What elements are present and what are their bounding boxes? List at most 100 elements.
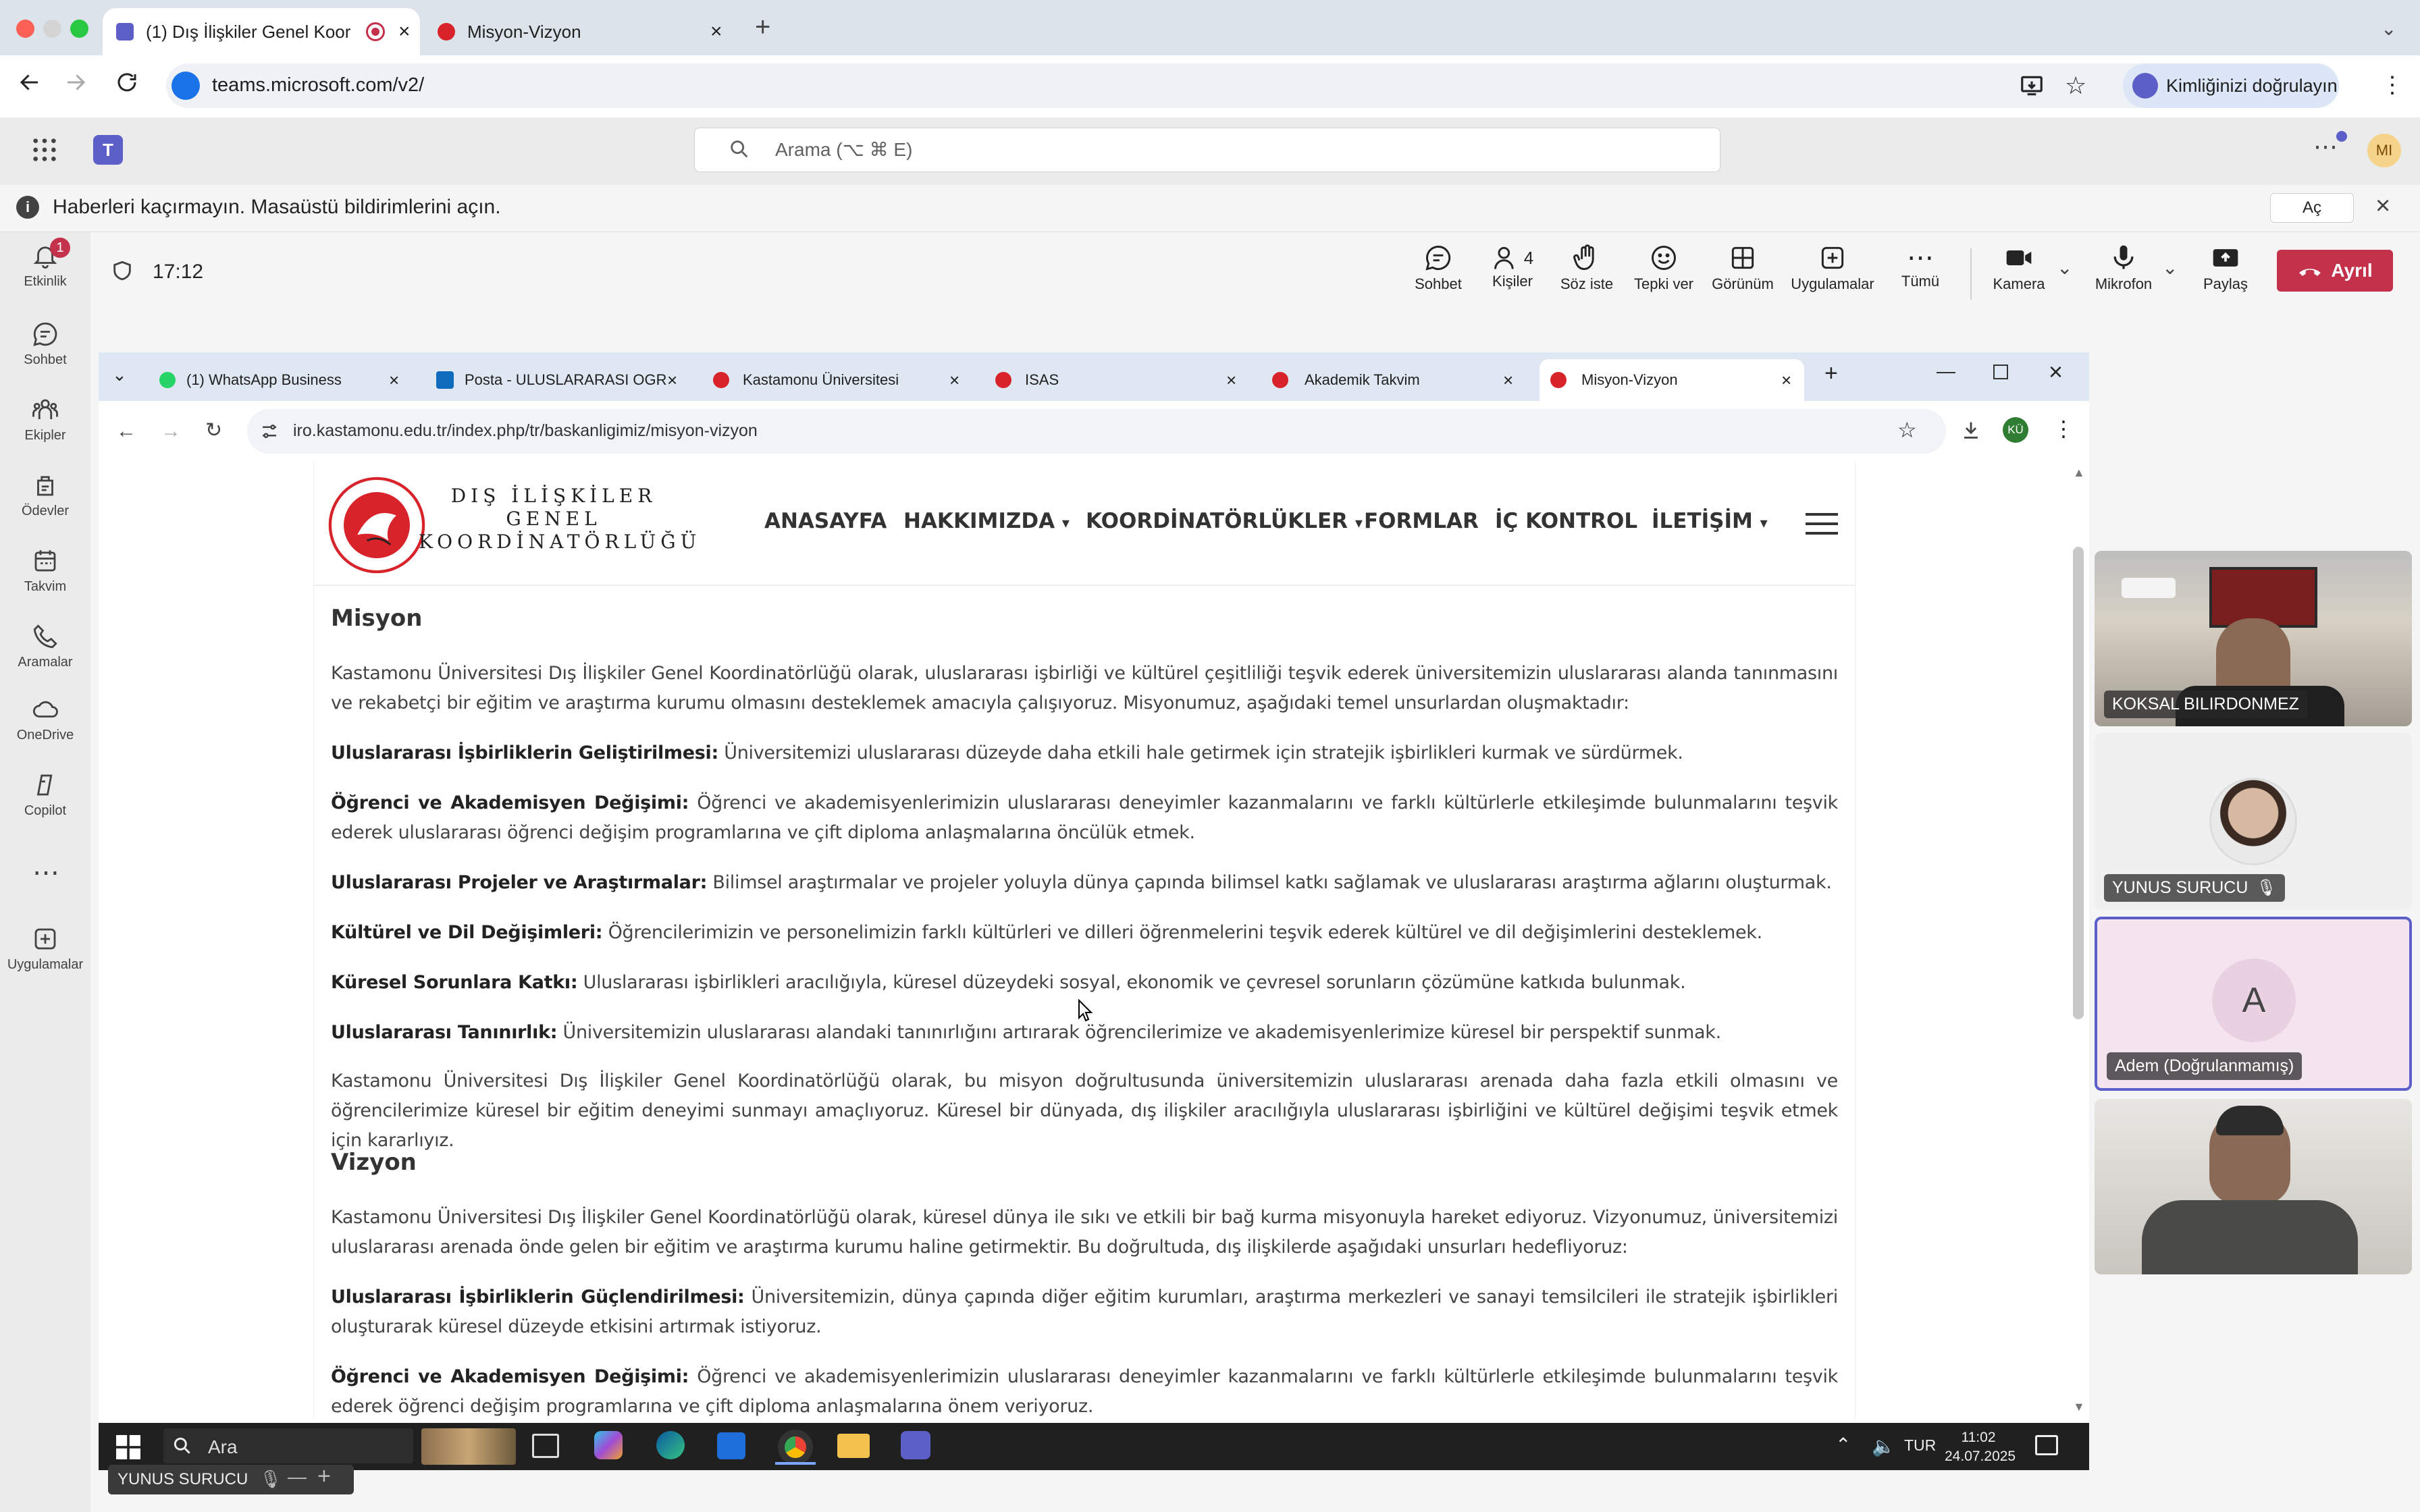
verify-identity-button[interactable]: Kimliğinizi doğrulayın xyxy=(2123,63,2339,108)
windows-start-icon[interactable] xyxy=(116,1435,140,1459)
notification-center-icon[interactable] xyxy=(2035,1435,2058,1455)
nav-koordinatorlukler[interactable]: KOORDİNATÖRLÜKLER ▾ xyxy=(1086,509,1363,533)
raise-hand-button[interactable]: Söz iste xyxy=(1553,243,1621,293)
browser-tab-teams[interactable]: (1) Dış İlişkiler Genel Koor × xyxy=(103,8,420,55)
rail-chat[interactable]: Sohbet xyxy=(0,320,90,368)
university-logo[interactable] xyxy=(328,477,425,574)
close-tab-icon[interactable]: × xyxy=(398,20,411,43)
apps-button[interactable]: Uygulamalar xyxy=(1785,243,1880,293)
nav-iletisim[interactable]: İLETİŞİM ▾ xyxy=(1652,509,1768,533)
mic-button[interactable]: Mikrofon xyxy=(2086,243,2161,293)
back-icon[interactable] xyxy=(18,70,42,94)
tab-search-chevron-icon[interactable]: ⌄ xyxy=(2381,18,2396,40)
participant-tile-yunus[interactable]: YUNUS SURUCU 🎙 xyxy=(2095,733,2412,910)
restore-icon[interactable] xyxy=(1993,364,2008,379)
remote-menu-icon[interactable]: ⋮ xyxy=(2053,416,2074,441)
share-button[interactable]: Paylaş xyxy=(2192,243,2259,293)
close-notification-icon[interactable]: × xyxy=(2375,192,2390,221)
bookmark-star-icon[interactable]: ☆ xyxy=(1897,417,1917,443)
forward-icon[interactable]: → xyxy=(161,420,181,443)
camera-options-chevron-icon[interactable]: ⌄ xyxy=(2057,256,2072,279)
enable-notifications-button[interactable]: Aç xyxy=(2270,193,2354,223)
more-apps-icon[interactable]: ⋯ xyxy=(32,857,59,888)
leave-button[interactable]: Ayrıl xyxy=(2277,250,2393,292)
hamburger-menu-icon[interactable] xyxy=(1806,512,1838,536)
close-window-icon[interactable]: × xyxy=(2049,358,2063,386)
browser-menu-icon[interactable]: ⋮ xyxy=(2381,72,2404,99)
more-button[interactable]: ⋯ Tümü xyxy=(1887,243,1954,290)
participant-tile-self[interactable] xyxy=(2095,1099,2412,1274)
mic-options-chevron-icon[interactable]: ⌄ xyxy=(2162,256,2178,279)
teams-app-icon[interactable] xyxy=(901,1431,930,1459)
participant-tile-koksal[interactable]: KOKSAL BILIRDONMEZ xyxy=(2095,551,2412,726)
rail-activity[interactable]: Etkinlik xyxy=(0,242,90,290)
participant-tile-adem[interactable]: A Adem (Doğrulanmamış) xyxy=(2095,917,2412,1091)
rail-teams[interactable]: Ekipler xyxy=(0,396,90,443)
close-tab-icon[interactable]: × xyxy=(949,370,959,391)
edge-app-icon[interactable] xyxy=(656,1431,685,1459)
forward-icon[interactable] xyxy=(63,70,88,94)
copilot-app-icon[interactable] xyxy=(594,1431,623,1459)
minimize-overlay-icon[interactable]: — xyxy=(288,1466,307,1488)
page-scrollbar-thumb[interactable] xyxy=(2073,547,2084,1019)
app-launcher-icon[interactable] xyxy=(31,136,58,163)
view-button[interactable]: Görünüm xyxy=(1706,243,1780,293)
scroll-down-arrow[interactable]: ▼ xyxy=(2073,1400,2085,1414)
taskbar-widget-image[interactable] xyxy=(421,1428,516,1465)
camera-button[interactable]: Kamera xyxy=(1985,243,2053,293)
meeting-people-button[interactable]: 4 Kişiler xyxy=(1479,243,1546,290)
avatar[interactable]: MI xyxy=(2367,134,2401,167)
minimize-window-button[interactable] xyxy=(43,20,61,38)
meeting-chat-button[interactable]: Sohbet xyxy=(1404,243,1472,293)
zoom-window-button[interactable] xyxy=(70,20,88,38)
rail-assignments[interactable]: Ödevler xyxy=(0,471,90,519)
tab-list-chevron-icon[interactable]: ⌄ xyxy=(112,364,127,385)
new-tab-button[interactable]: + xyxy=(1824,360,1838,387)
taskbar-search-box[interactable] xyxy=(163,1428,413,1463)
nav-formlar[interactable]: FORMLAR xyxy=(1364,509,1479,533)
minimize-icon[interactable]: — xyxy=(1937,360,1955,382)
close-tab-icon[interactable]: × xyxy=(1226,370,1236,391)
volume-icon[interactable]: 🔈 xyxy=(1872,1435,1895,1457)
expand-overlay-icon[interactable]: + xyxy=(317,1463,331,1490)
task-view-icon[interactable] xyxy=(532,1434,559,1458)
file-explorer-icon[interactable] xyxy=(837,1434,870,1458)
taskbar-clock[interactable]: 11:02 24.07.2025 xyxy=(1945,1428,2016,1466)
rail-calls[interactable]: Aramalar xyxy=(0,622,90,670)
nav-ic-kontrol[interactable]: İÇ KONTROL xyxy=(1495,509,1637,533)
close-tab-icon[interactable]: × xyxy=(1503,370,1513,391)
close-tab-icon[interactable]: × xyxy=(1781,370,1791,391)
browser-tab-misyon[interactable]: Misyon-Vizyon × xyxy=(429,8,747,55)
remote-tab-outlook[interactable]: Posta - ULUSLARARASI OGR × xyxy=(427,359,690,401)
site-settings-icon[interactable] xyxy=(259,421,280,441)
more-options-icon[interactable]: ⋯ xyxy=(2313,132,2338,161)
install-app-icon[interactable] xyxy=(2019,73,2045,99)
site-info-icon[interactable] xyxy=(172,72,200,100)
remote-tab-misyon[interactable]: Misyon-Vizyon × xyxy=(1540,359,1804,401)
new-tab-button[interactable]: + xyxy=(755,12,770,43)
remote-tab-whatsapp[interactable]: (1) WhatsApp Business × xyxy=(150,359,413,401)
tray-chevron-up-icon[interactable]: ⌃ xyxy=(1835,1434,1851,1456)
back-icon[interactable]: ← xyxy=(116,420,136,443)
rail-calendar[interactable]: Takvim xyxy=(0,547,90,595)
remote-tab-akademik[interactable]: Akademik Takvim × xyxy=(1257,359,1521,401)
chrome-app-icon[interactable] xyxy=(778,1430,813,1465)
remote-tab-kastamonu[interactable]: Kastamonu Üniversitesi × xyxy=(704,359,967,401)
reload-icon[interactable]: ↻ xyxy=(205,418,222,442)
scroll-up-arrow[interactable]: ▲ xyxy=(2073,466,2085,480)
close-tab-icon[interactable]: × xyxy=(710,20,722,43)
profile-avatar[interactable]: KÜ xyxy=(2003,417,2028,443)
rail-apps[interactable]: Uygulamalar xyxy=(0,925,90,973)
address-bar[interactable] xyxy=(166,63,2232,108)
reload-icon[interactable] xyxy=(115,70,139,94)
download-icon[interactable] xyxy=(1959,418,1982,441)
rail-copilot[interactable]: Copilot xyxy=(0,771,90,819)
language-indicator[interactable]: TUR xyxy=(1904,1436,1936,1455)
store-app-icon[interactable] xyxy=(717,1432,745,1459)
nav-hakkimizda[interactable]: HAKKIMIZDA ▾ xyxy=(903,509,1070,533)
rail-onedrive[interactable]: OneDrive xyxy=(0,695,90,743)
react-button[interactable]: Tepki ver xyxy=(1630,243,1698,293)
remote-tab-isas[interactable]: ISAS × xyxy=(980,359,1244,401)
close-window-button[interactable] xyxy=(16,20,34,38)
close-tab-icon[interactable]: × xyxy=(667,370,677,391)
